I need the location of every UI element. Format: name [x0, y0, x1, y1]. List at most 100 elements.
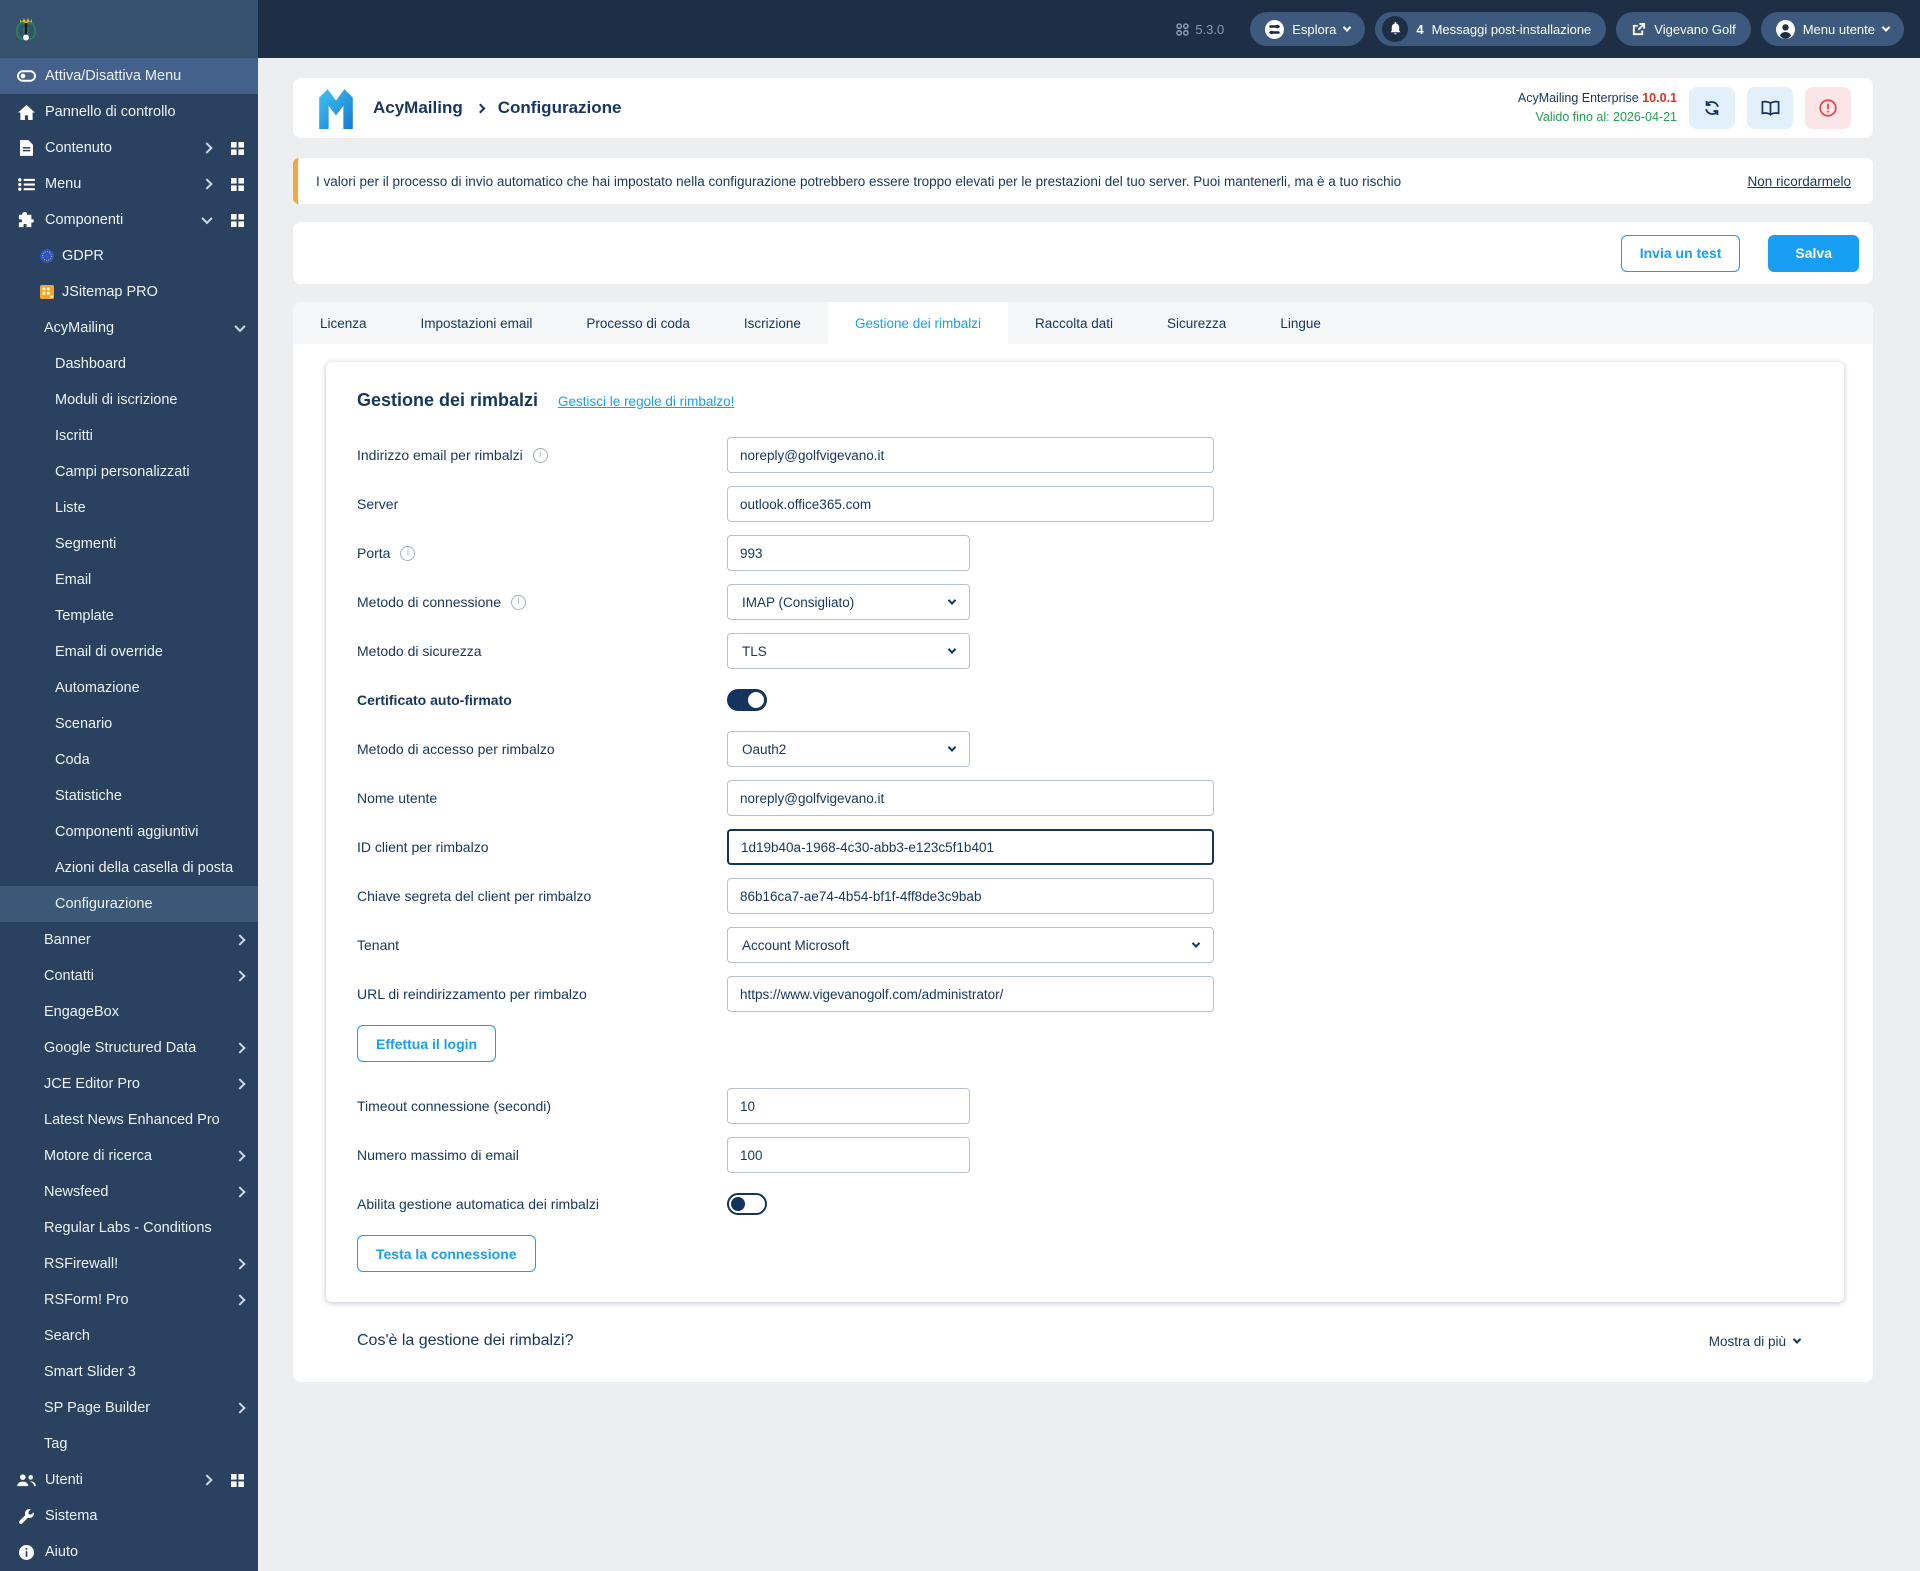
- sidebar-item-smart-slider-3[interactable]: Smart Slider 3: [0, 1354, 258, 1390]
- alerts-button[interactable]: [1805, 87, 1851, 129]
- bounce-client-id-field[interactable]: [727, 829, 1214, 865]
- sidebar-item-search[interactable]: Search: [0, 1318, 258, 1354]
- chevron-right-icon: [234, 970, 246, 982]
- save-button[interactable]: Salva: [1768, 234, 1859, 272]
- tab-iscrizione[interactable]: Iscrizione: [717, 302, 828, 344]
- sidebar-item-rsform-pro[interactable]: RSForm! Pro: [0, 1282, 258, 1318]
- grid-icon[interactable]: [231, 1473, 244, 1487]
- toggle-icon: [13, 70, 39, 82]
- show-more-button[interactable]: Mostra di più: [1709, 1334, 1802, 1349]
- post-installation-messages-button[interactable]: 4 Messaggi post-installazione: [1375, 12, 1607, 46]
- sidebar-item-automazione[interactable]: Automazione: [0, 670, 258, 706]
- explore-button[interactable]: Esplora: [1250, 12, 1366, 46]
- self-signed-certificate-toggle[interactable]: [727, 689, 767, 711]
- sidebar-item-sistema[interactable]: Sistema: [0, 1498, 258, 1534]
- sidebar-item-email[interactable]: Email: [0, 562, 258, 598]
- sidebar-item-regular-labs-conditions[interactable]: Regular Labs - Conditions: [0, 1210, 258, 1246]
- sidebar-item-tag[interactable]: Tag: [0, 1426, 258, 1462]
- bounce-rules-link[interactable]: Gestisci le regole di rimbalzo!: [558, 394, 734, 409]
- sidebar-item-iscritti[interactable]: Iscritti: [0, 418, 258, 454]
- connection-method-select[interactable]: IMAP (Consigliato): [727, 584, 970, 620]
- documentation-button[interactable]: [1747, 87, 1793, 129]
- tab-impostazioni-email[interactable]: Impostazioni email: [394, 302, 560, 344]
- bounce-access-method-select[interactable]: Oauth2: [727, 731, 970, 767]
- sidebar-item-latest-news-enhanced-pro[interactable]: Latest News Enhanced Pro: [0, 1102, 258, 1138]
- auto-bounce-handling-toggle[interactable]: [727, 1193, 767, 1215]
- port-field[interactable]: [727, 535, 970, 571]
- refresh-license-button[interactable]: [1689, 87, 1735, 129]
- sidebar-item-label: Automazione: [55, 680, 140, 696]
- sidebar-item-template[interactable]: Template: [0, 598, 258, 634]
- sidebar-item-menu[interactable]: Menu: [0, 166, 258, 202]
- sidebar-item-contenuto[interactable]: Contenuto: [0, 130, 258, 166]
- bounce-email-field[interactable]: [727, 437, 1214, 473]
- grid-icon[interactable]: [231, 213, 244, 227]
- tab-processo-di-coda[interactable]: Processo di coda: [559, 302, 717, 344]
- sidebar-item-email-di-override[interactable]: Email di override: [0, 634, 258, 670]
- sidebar-item-pannello-di-controllo[interactable]: Pannello di controllo: [0, 94, 258, 130]
- tenant-select[interactable]: Account Microsoft: [727, 927, 1214, 963]
- tab-lingue[interactable]: Lingue: [1253, 302, 1348, 344]
- chevron-right-icon: [234, 1150, 246, 1162]
- site-preview-button[interactable]: Vigevano Golf: [1616, 12, 1751, 46]
- sidebar-item-liste[interactable]: Liste: [0, 490, 258, 526]
- connection-timeout-field[interactable]: [727, 1088, 970, 1124]
- sidebar-item-sp-page-builder[interactable]: SP Page Builder: [0, 1390, 258, 1426]
- sidebar-item-attiva-disattiva-menu[interactable]: Attiva/Disattiva Menu: [0, 58, 258, 94]
- sidebar-item-componenti[interactable]: Componenti: [0, 202, 258, 238]
- sidebar-item-aiuto[interactable]: Aiuto: [0, 1534, 258, 1570]
- dismiss-warning-link[interactable]: Non ricordarmelo: [1747, 174, 1851, 189]
- sidebar-item-acymailing[interactable]: AcyMailing: [0, 310, 258, 346]
- sidebar-item-scenario[interactable]: Scenario: [0, 706, 258, 742]
- list-icon: [13, 177, 39, 191]
- sidebar-item-contatti[interactable]: Contatti: [0, 958, 258, 994]
- bounce-redirect-url-field[interactable]: [727, 976, 1214, 1012]
- refresh-icon: [1705, 100, 1719, 116]
- sidebar-item-engagebox[interactable]: EngageBox: [0, 994, 258, 1030]
- sidebar-item-dashboard[interactable]: Dashboard: [0, 346, 258, 382]
- button-row: Testa la connessione: [357, 1235, 1813, 1272]
- max-emails-field[interactable]: [727, 1137, 970, 1173]
- sidebar-item-label: Utenti: [45, 1472, 83, 1488]
- tab-raccolta-dati[interactable]: Raccolta dati: [1008, 302, 1140, 344]
- action-toolbar: Invia un test Salva: [293, 222, 1873, 284]
- home-icon: [13, 104, 39, 120]
- grid-icon[interactable]: [231, 177, 244, 191]
- test-connection-button[interactable]: Testa la connessione: [357, 1235, 536, 1272]
- username-field[interactable]: [727, 780, 1214, 816]
- sidebar-item-jsitemap-pro[interactable]: JSitemap PRO: [0, 274, 258, 310]
- sidebar-item-coda[interactable]: Coda: [0, 742, 258, 778]
- login-button[interactable]: Effettua il login: [357, 1025, 497, 1062]
- sidebar-item-gdpr[interactable]: GDPR: [0, 238, 258, 274]
- user-menu-button[interactable]: Menu utente: [1760, 12, 1904, 46]
- field-row-bounce-access-method: Metodo di accesso per rimbalzo Oauth2: [357, 731, 1813, 767]
- sidebar-item-campi-personalizzati[interactable]: Campi personalizzati: [0, 454, 258, 490]
- sidebar-item-azioni-della-casella-di-posta[interactable]: Azioni della casella di posta: [0, 850, 258, 886]
- sidebar-item-label: Motore di ricerca: [44, 1148, 152, 1164]
- tab-gestione-dei-rimbalzi[interactable]: Gestione dei rimbalzi: [827, 302, 1008, 344]
- send-test-button[interactable]: Invia un test: [1620, 234, 1741, 272]
- sidebar-item-rsfirewall[interactable]: RSFirewall!: [0, 1246, 258, 1282]
- sidebar-item-label: Contenuto: [45, 140, 112, 156]
- server-field[interactable]: [727, 486, 1214, 522]
- sidebar-item-newsfeed[interactable]: Newsfeed: [0, 1174, 258, 1210]
- sidebar-item-statistiche[interactable]: Statistiche: [0, 778, 258, 814]
- sidebar-item-banner[interactable]: Banner: [0, 922, 258, 958]
- chevron-right-icon: [234, 1402, 246, 1414]
- sidebar-item-google-structured-data[interactable]: Google Structured Data: [0, 1030, 258, 1066]
- chevron-right-icon: [201, 1474, 213, 1486]
- sidebar-item-moduli-di-iscrizione[interactable]: Moduli di iscrizione: [0, 382, 258, 418]
- security-method-select[interactable]: TLS: [727, 633, 970, 669]
- tab-licenza[interactable]: Licenza: [293, 302, 394, 344]
- sidebar-item-segmenti[interactable]: Segmenti: [0, 526, 258, 562]
- sidebar-item-configurazione[interactable]: Configurazione: [0, 886, 258, 922]
- sidebar-item-jce-editor-pro[interactable]: JCE Editor Pro: [0, 1066, 258, 1102]
- sidebar-item-utenti[interactable]: Utenti: [0, 1462, 258, 1498]
- sidebar-item-motore-di-ricerca[interactable]: Motore di ricerca: [0, 1138, 258, 1174]
- breadcrumb-app[interactable]: AcyMailing: [373, 98, 463, 118]
- bounce-client-secret-field[interactable]: [727, 878, 1214, 914]
- field-row-connection-timeout: Timeout connessione (secondi): [357, 1088, 1813, 1124]
- sidebar-item-componenti-aggiuntivi[interactable]: Componenti aggiuntivi: [0, 814, 258, 850]
- grid-icon[interactable]: [231, 141, 244, 155]
- tab-sicurezza[interactable]: Sicurezza: [1140, 302, 1253, 344]
